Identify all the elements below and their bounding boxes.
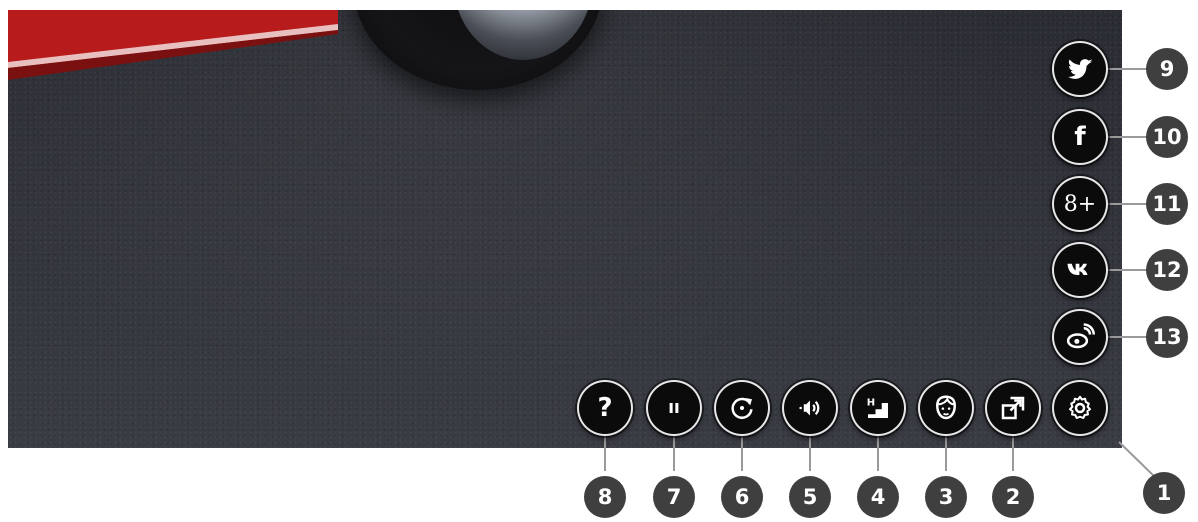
- fullscreen-icon: [1001, 396, 1025, 420]
- vk-icon: [1067, 263, 1088, 275]
- weibo-icon: [1066, 323, 1095, 349]
- callout-badge-6: 6: [721, 476, 763, 518]
- callout-badge-11: 11: [1146, 183, 1188, 225]
- weibo-share-button[interactable]: [1052, 309, 1108, 365]
- rotate-icon: [731, 397, 753, 419]
- help-icon: ?: [597, 393, 613, 423]
- google-plus-icon: 8+: [1063, 191, 1097, 217]
- callout-badge-1: 1: [1143, 472, 1185, 514]
- svg-text:H: H: [867, 398, 875, 409]
- fullscreen-button[interactable]: [985, 380, 1041, 436]
- callout-badge-4: 4: [857, 476, 899, 518]
- twitter-icon: [1068, 59, 1093, 79]
- sound-icon: [799, 400, 820, 416]
- rotate-button[interactable]: [714, 380, 770, 436]
- callout-badge-3: 3: [925, 476, 967, 518]
- facebook-icon: f: [1074, 122, 1086, 152]
- callout-badge-9: 9: [1146, 48, 1188, 90]
- callout-badge-2: 2: [992, 476, 1034, 518]
- twitter-share-button[interactable]: [1052, 41, 1108, 97]
- facebook-share-button[interactable]: f: [1052, 109, 1108, 165]
- quality-button[interactable]: H: [850, 380, 906, 436]
- settings-button[interactable]: [1052, 380, 1108, 436]
- car-body-sill: [8, 10, 338, 80]
- callout-badge-13: 13: [1146, 316, 1188, 358]
- help-button[interactable]: ?: [577, 380, 633, 436]
- callout-badge-12: 12: [1146, 249, 1188, 291]
- google-plus-share-button[interactable]: 8+: [1052, 176, 1108, 232]
- face-icon: [935, 395, 957, 420]
- gear-icon: [1069, 395, 1091, 419]
- callout-badge-8: 8: [584, 476, 626, 518]
- vk-share-button[interactable]: [1052, 242, 1108, 298]
- sound-button[interactable]: [782, 380, 838, 436]
- callout-badge-7: 7: [653, 476, 695, 518]
- quality-icon: H: [867, 398, 888, 418]
- face-view-button[interactable]: [918, 380, 974, 436]
- callout-badge-5: 5: [789, 476, 831, 518]
- pause-button[interactable]: [646, 380, 702, 436]
- pause-icon: [669, 403, 679, 413]
- callout-badge-10: 10: [1146, 116, 1188, 158]
